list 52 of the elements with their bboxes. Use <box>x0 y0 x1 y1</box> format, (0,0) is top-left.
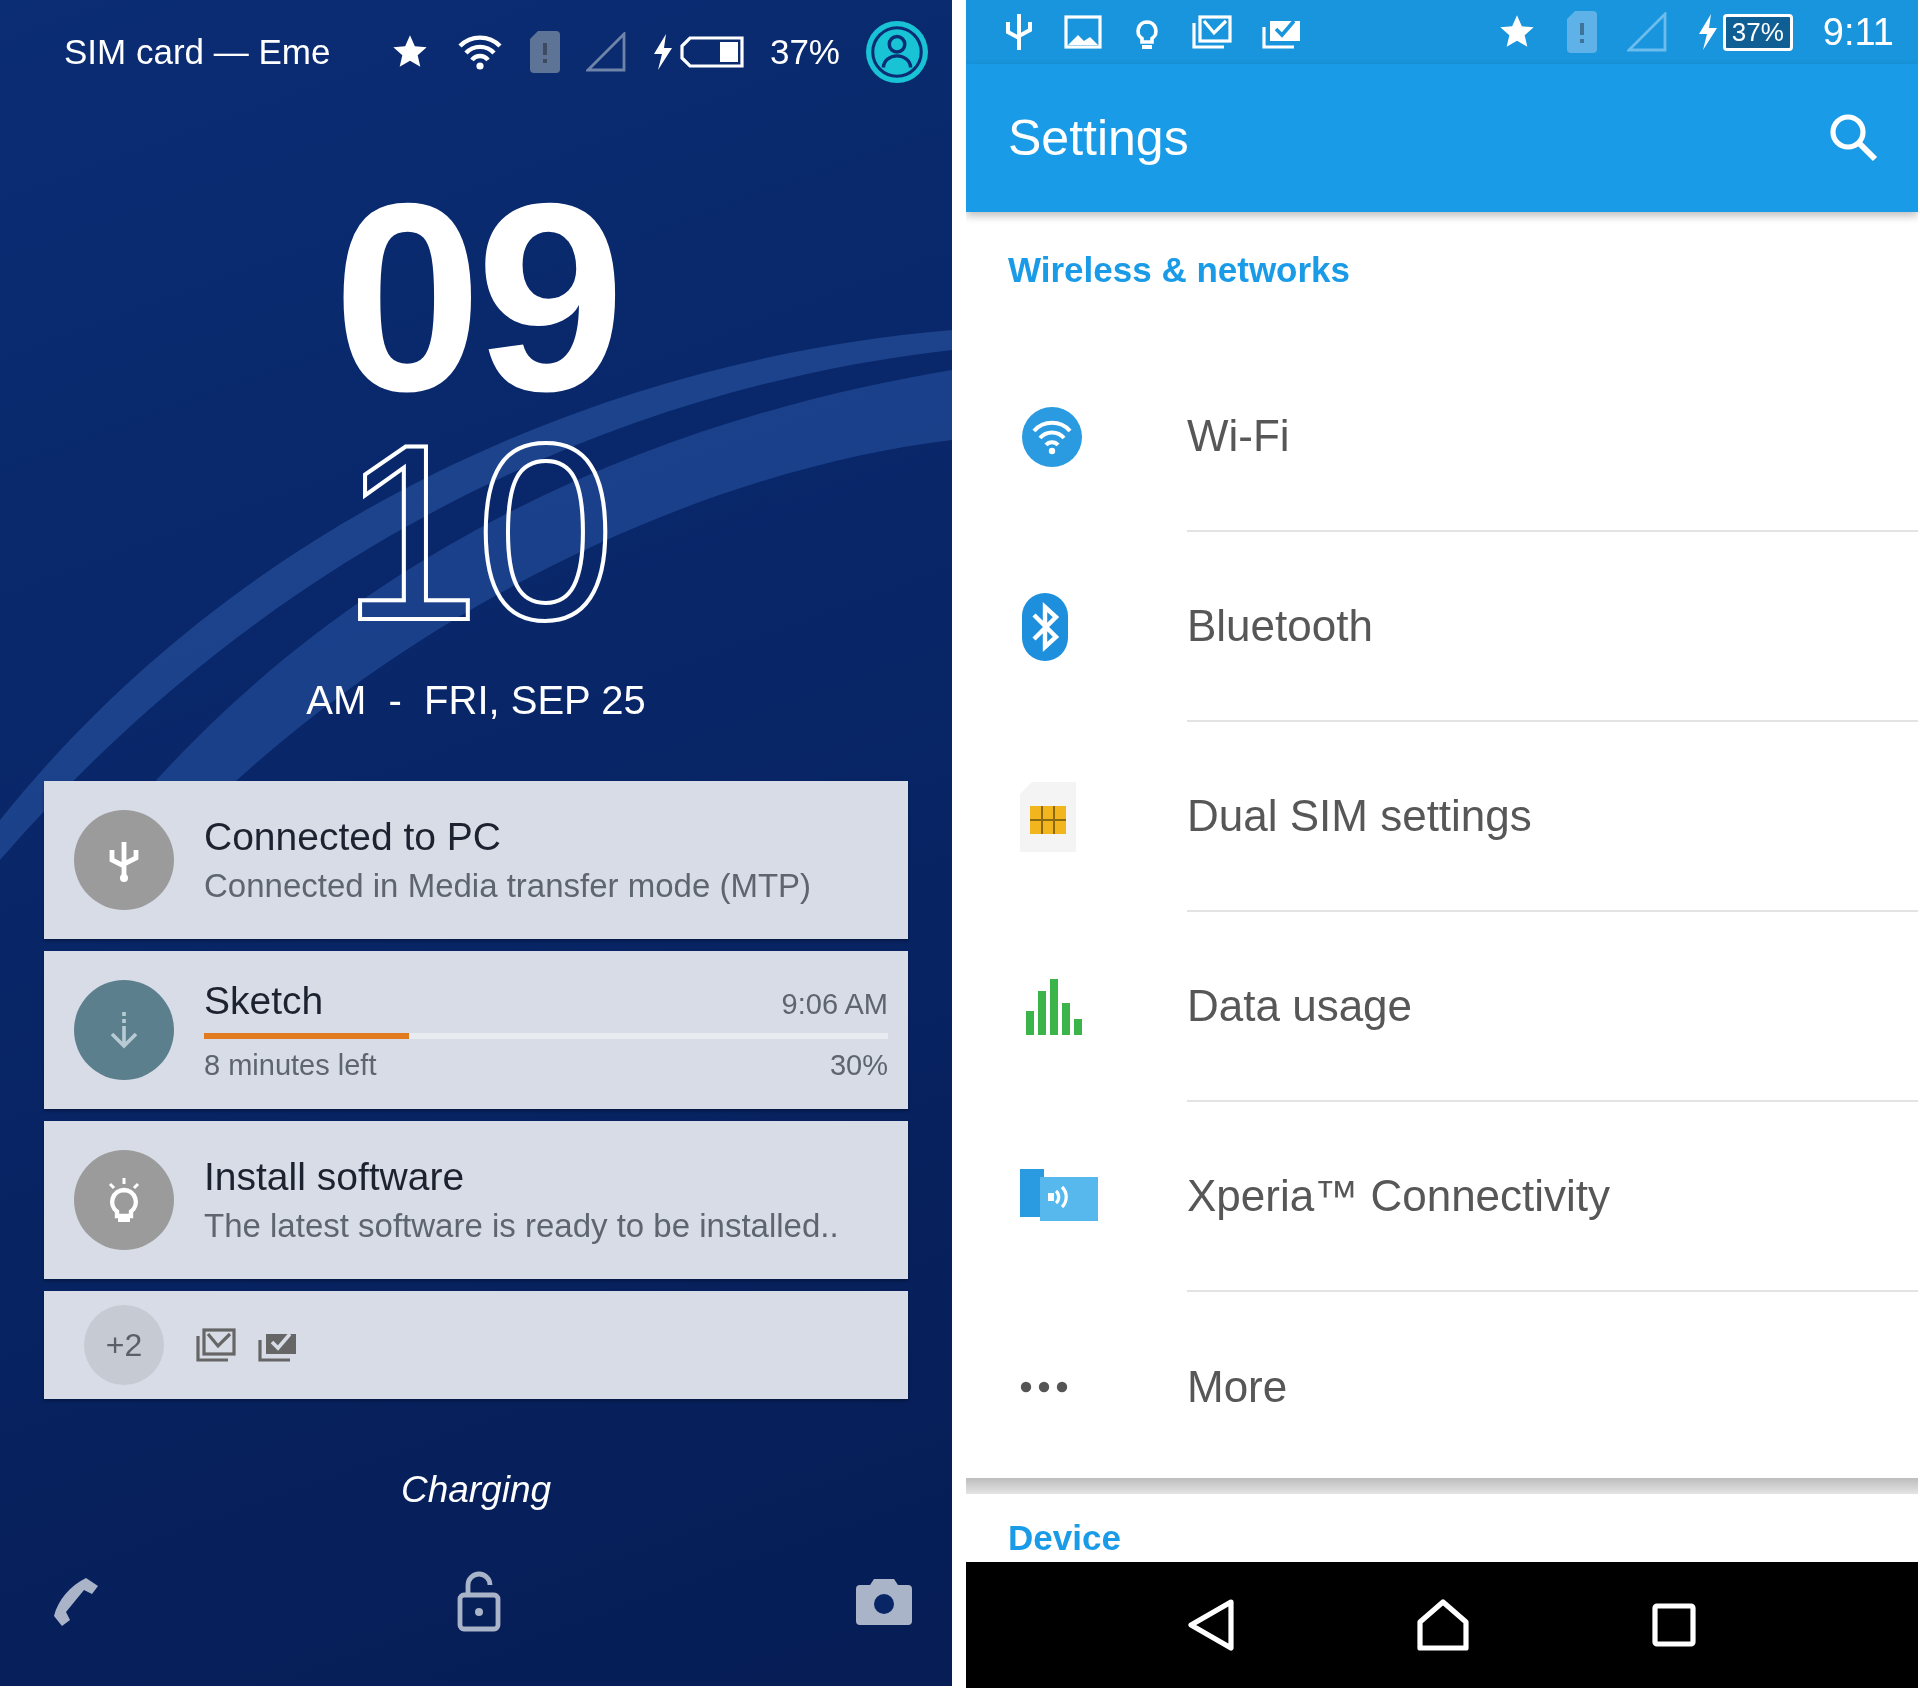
settings-item[interactable]: Wi-Fi <box>1187 342 1918 532</box>
sim-card-icon <box>1566 11 1597 53</box>
clock-minutes: 10 <box>340 418 612 648</box>
settings-item[interactable]: More <box>1187 1292 1918 1482</box>
home-icon[interactable] <box>1416 1598 1470 1652</box>
charging-bolt-icon <box>651 34 674 70</box>
notification-title: Sketch <box>204 978 324 1023</box>
notification-title: Connected to PC <box>204 815 502 859</box>
screen-title: Settings <box>1008 109 1189 167</box>
time-remaining: 8 minutes left <box>204 1048 377 1082</box>
carrier-text: SIM card — Eme <box>64 32 332 72</box>
more-count-badge: +2 <box>84 1305 164 1385</box>
notification-text: Connected in Media transfer mode (MTP) <box>204 867 813 905</box>
notification-card[interactable]: Connected to PC Connected in Media transfer mode (MTP) <box>44 781 908 939</box>
back-icon[interactable] <box>1186 1598 1235 1652</box>
settings-item[interactable]: Bluetooth <box>1187 532 1918 722</box>
status-time: 9:11 <box>1822 10 1894 54</box>
battery-percent: 37% <box>769 32 840 72</box>
charging-bolt-icon <box>1696 14 1719 50</box>
usb-icon <box>1004 12 1034 52</box>
charging-status: Charging <box>400 1469 552 1511</box>
battery-icon <box>679 36 744 68</box>
signal-icon <box>1626 12 1667 52</box>
notification-card[interactable]: +2 <box>44 1291 908 1399</box>
notification-text: The latest software is ready to be installed.. <box>204 1207 840 1245</box>
settings-item[interactable]: Xperia™ Connectivity <box>1187 1102 1918 1292</box>
sim-card-icon <box>1020 782 1076 852</box>
wifi-icon <box>1020 405 1084 469</box>
user-avatar-icon[interactable] <box>866 21 928 83</box>
date-text: AM - FRI, SEP 25 <box>306 678 646 723</box>
sim-card-icon <box>529 31 560 73</box>
clock-hours: 09 <box>332 182 620 412</box>
recents-icon[interactable] <box>1651 1602 1698 1648</box>
settings-item[interactable]: Data usage <box>1187 912 1918 1102</box>
notification-title: Install software <box>204 1155 466 1199</box>
progress-percent: 30% <box>829 1048 888 1082</box>
mail-stack-icon <box>1192 15 1232 49</box>
battery-percent: 37% <box>1722 13 1793 51</box>
notification-time: 9:06 AM <box>781 987 888 1021</box>
settings-item[interactable]: Dual SIM settings <box>1187 722 1918 912</box>
section-header: Wireless & networks <box>1007 249 1352 291</box>
mail-stack-icon <box>196 1328 236 1362</box>
signal-icon <box>585 32 626 72</box>
camera-icon[interactable] <box>856 1579 912 1625</box>
more-dots-icon <box>1020 1381 1068 1393</box>
search-icon[interactable] <box>1828 112 1880 164</box>
notification-card[interactable]: Sketch 9:06 AM 8 minutes left 30% <box>44 951 908 1109</box>
wifi-icon <box>455 32 504 72</box>
section-header: Device <box>1007 1517 1121 1556</box>
notification-card[interactable]: Install software The latest software is ready to be installed.. <box>44 1121 908 1279</box>
image-icon <box>1064 15 1102 49</box>
unlock-icon[interactable] <box>456 1571 502 1633</box>
